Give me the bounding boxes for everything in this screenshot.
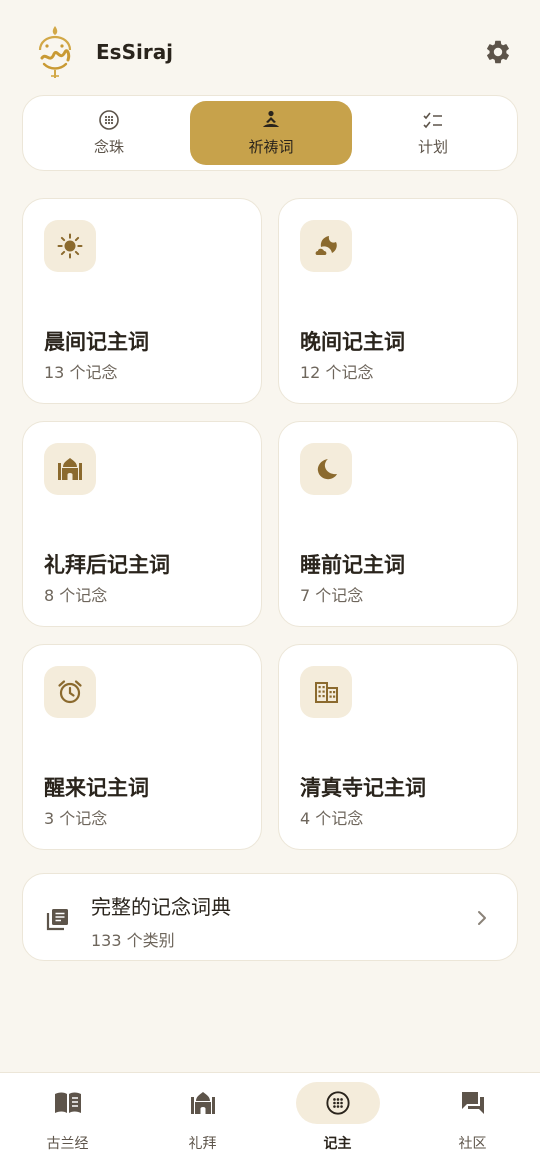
category-title: 晚间记主词 bbox=[300, 330, 405, 354]
category-title: 睡前记主词 bbox=[300, 553, 405, 577]
category-title: 礼拜后记主词 bbox=[44, 553, 170, 577]
category-count: 12 个记念 bbox=[300, 363, 374, 382]
moon-cloud-icon bbox=[300, 220, 352, 272]
tasbih-icon bbox=[98, 109, 120, 131]
alarm-clock-icon bbox=[44, 666, 96, 718]
chat-bubbles-icon bbox=[431, 1082, 515, 1124]
header: EsSiraj bbox=[0, 22, 540, 82]
nav-quran[interactable]: 古兰经 bbox=[0, 1073, 135, 1158]
library-books-icon bbox=[45, 906, 71, 932]
category-count: 8 个记念 bbox=[44, 586, 108, 605]
checklist-icon bbox=[422, 109, 444, 131]
bottom-navigation: 古兰经 礼拜 记主 社区 bbox=[0, 1072, 540, 1158]
dhikr-mode-tabs: 念珠 祈祷词 计划 bbox=[22, 95, 518, 171]
category-title: 清真寺记主词 bbox=[300, 776, 426, 800]
category-count: 4 个记念 bbox=[300, 809, 364, 828]
app-title: EsSiraj bbox=[96, 40, 174, 64]
app-root: EsSiraj 念珠 祈祷词 计划 晨间记主词 13 个记念 晚间记主词 12 … bbox=[0, 0, 540, 1158]
category-count: 3 个记念 bbox=[44, 809, 108, 828]
praying-person-icon bbox=[260, 109, 282, 131]
crescent-moon-icon bbox=[300, 443, 352, 495]
nav-dhikr[interactable]: 记主 bbox=[270, 1073, 405, 1158]
essiraj-logo-icon bbox=[32, 24, 78, 80]
book-icon bbox=[26, 1082, 110, 1124]
category-card-morning[interactable]: 晨间记主词 13 个记念 bbox=[22, 198, 262, 404]
tab-plan[interactable]: 计划 bbox=[352, 101, 514, 165]
category-card-waking[interactable]: 醒来记主词 3 个记念 bbox=[22, 644, 262, 850]
gear-icon[interactable] bbox=[484, 38, 512, 66]
tab-label: 念珠 bbox=[93, 138, 124, 156]
dictionary-subtitle: 133 个类别 bbox=[91, 931, 175, 950]
nav-label: 古兰经 bbox=[46, 1136, 89, 1152]
building-icon bbox=[300, 666, 352, 718]
nav-label: 记主 bbox=[323, 1136, 352, 1152]
category-title: 晨间记主词 bbox=[44, 330, 149, 354]
tab-prayers[interactable]: 祈祷词 bbox=[190, 101, 352, 165]
full-dictionary-row[interactable]: 完整的记念词典 133 个类别 bbox=[22, 873, 518, 961]
tab-tasbih[interactable]: 念珠 bbox=[28, 101, 190, 165]
nav-community[interactable]: 社区 bbox=[405, 1073, 540, 1158]
category-title: 醒来记主词 bbox=[44, 776, 149, 800]
mosque-icon bbox=[161, 1082, 245, 1124]
nav-label: 礼拜 bbox=[188, 1136, 217, 1152]
category-count: 7 个记念 bbox=[300, 586, 364, 605]
tab-label: 祈祷词 bbox=[248, 138, 294, 156]
category-card-evening[interactable]: 晚间记主词 12 个记念 bbox=[278, 198, 518, 404]
sun-icon bbox=[44, 220, 96, 272]
chevron-right-icon bbox=[475, 908, 489, 928]
category-card-mosque[interactable]: 清真寺记主词 4 个记念 bbox=[278, 644, 518, 850]
tasbih-icon bbox=[295, 1082, 380, 1124]
nav-label: 社区 bbox=[458, 1136, 487, 1152]
category-card-before-sleep[interactable]: 睡前记主词 7 个记念 bbox=[278, 421, 518, 627]
category-card-after-prayer[interactable]: 礼拜后记主词 8 个记念 bbox=[22, 421, 262, 627]
dictionary-title: 完整的记念词典 bbox=[91, 895, 231, 919]
mosque-icon bbox=[44, 443, 96, 495]
nav-prayer[interactable]: 礼拜 bbox=[135, 1073, 270, 1158]
tab-label: 计划 bbox=[417, 138, 448, 156]
category-count: 13 个记念 bbox=[44, 363, 118, 382]
